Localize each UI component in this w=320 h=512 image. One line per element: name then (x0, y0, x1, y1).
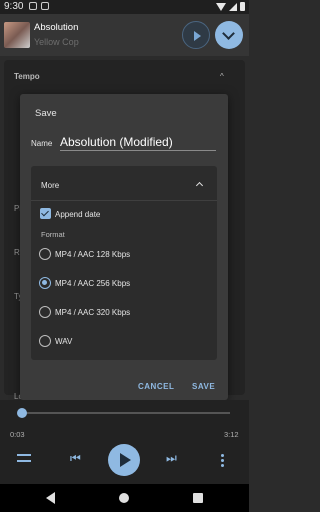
format-option[interactable]: MP4 / AAC 320 Kbps (39, 304, 209, 320)
battery-icon (240, 2, 245, 11)
tempo-section-title: Tempo (14, 72, 40, 81)
save-dialog: Save Name More Append date Format MP4 / … (20, 94, 228, 400)
seek-thumb[interactable] (17, 408, 27, 418)
back-icon[interactable] (46, 492, 55, 504)
more-title[interactable]: More (41, 181, 59, 190)
append-date-checkbox[interactable] (40, 208, 51, 219)
dialog-title: Save (35, 108, 57, 119)
format-label: Format (41, 230, 65, 239)
now-playing-header[interactable]: Absolution Yellow Cop (0, 14, 249, 56)
cancel-button[interactable]: CANCEL (138, 382, 174, 391)
tempo-caret-icon: ^ (220, 72, 224, 81)
seek-bar[interactable] (22, 412, 230, 414)
track-artist: Yellow Cop (34, 37, 79, 47)
skip-next-icon[interactable]: ⏭ (166, 452, 177, 464)
notification-icons (29, 2, 49, 10)
append-date-label[interactable]: Append date (55, 210, 100, 219)
format-option[interactable]: WAV (39, 333, 209, 349)
name-label: Name (31, 139, 53, 148)
status-time: 9:30 (4, 1, 24, 12)
chevron-up-icon[interactable] (195, 181, 204, 190)
navigation-bar (0, 484, 249, 512)
format-option-label: MP4 / AAC 256 Kbps (55, 279, 131, 288)
header-play-button[interactable] (182, 21, 210, 49)
more-vert-icon[interactable] (221, 454, 224, 467)
elapsed-time: 0:03 (10, 430, 25, 439)
format-option[interactable]: MP4 / AAC 128 Kbps (39, 246, 209, 262)
player-controls: 0:03 3:12 ⏮ ⏭ (0, 400, 249, 484)
play-button[interactable] (108, 444, 140, 476)
notification-icon (41, 2, 49, 10)
divider (31, 200, 217, 201)
skip-previous-icon[interactable]: ⏮ (70, 452, 81, 464)
format-option[interactable]: MP4 / AAC 256 Kbps (39, 275, 209, 291)
home-icon[interactable] (119, 493, 129, 503)
radio-button[interactable] (39, 248, 51, 260)
name-input[interactable] (60, 134, 216, 151)
radio-button[interactable] (39, 306, 51, 318)
radio-button-selected[interactable] (39, 277, 51, 289)
format-option-label: MP4 / AAC 320 Kbps (55, 308, 131, 317)
radio-button[interactable] (39, 335, 51, 347)
collapse-button[interactable] (215, 21, 243, 49)
total-duration: 3:12 (224, 430, 239, 439)
format-option-label: WAV (55, 337, 73, 346)
save-button[interactable]: SAVE (192, 382, 215, 391)
recents-icon[interactable] (193, 493, 203, 503)
wifi-icon (216, 2, 226, 11)
format-option-label: MP4 / AAC 128 Kbps (55, 250, 131, 259)
more-options-card: More Append date Format MP4 / AAC 128 Kb… (31, 166, 217, 360)
status-bar: 9:30 (0, 0, 249, 14)
notification-icon (29, 2, 37, 10)
system-icons (216, 2, 245, 11)
album-art (4, 22, 30, 48)
track-title: Absolution (34, 22, 79, 33)
signal-icon (229, 2, 237, 11)
shuffle-icon[interactable] (17, 452, 33, 464)
